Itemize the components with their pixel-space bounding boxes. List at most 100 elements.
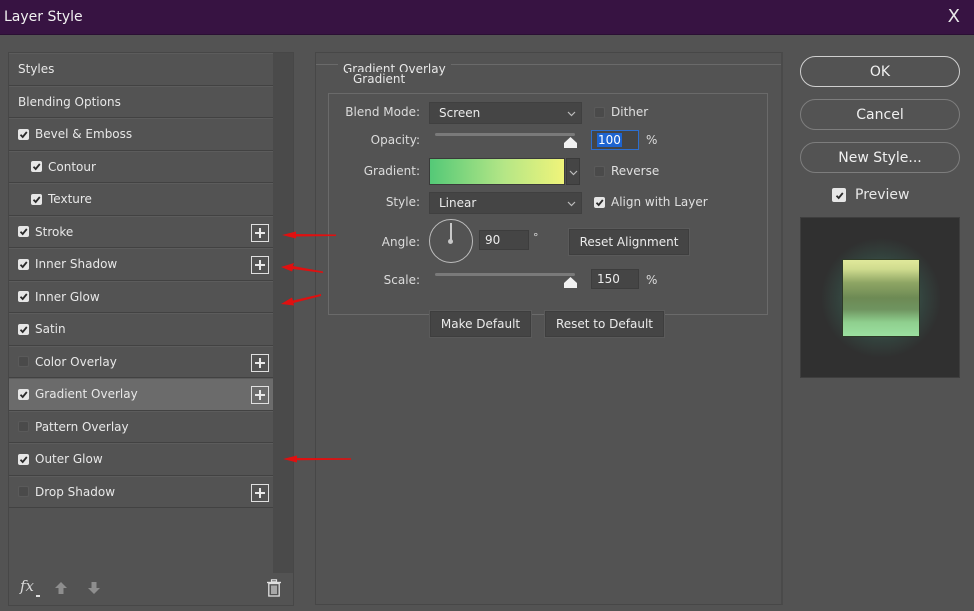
preview-square <box>842 259 920 337</box>
gradient-label: Gradient: <box>363 164 420 178</box>
fx-label: fx <box>20 577 35 595</box>
scale-unit: % <box>646 273 658 287</box>
add-effect-plus-icon[interactable] <box>251 353 269 372</box>
checkbox-checked-icon[interactable] <box>18 388 29 400</box>
checkbox-checked-icon[interactable] <box>18 291 29 303</box>
opacity-unit: % <box>646 133 658 147</box>
chevron-down-icon <box>569 170 578 176</box>
style-list-item[interactable]: Bevel & Emboss <box>9 118 273 151</box>
opacity-input[interactable]: 100 <box>591 130 639 150</box>
angle-dial[interactable] <box>429 219 473 263</box>
style-list-item-label: Contour <box>48 159 96 174</box>
style-list-item[interactable]: Color Overlay <box>9 345 273 378</box>
make-default-button[interactable]: Make Default <box>430 311 531 337</box>
angle-label: Angle: <box>381 235 420 249</box>
align-with-layer-checkbox[interactable]: Align with Layer <box>594 195 708 209</box>
reset-to-default-button[interactable]: Reset to Default <box>545 311 664 337</box>
move-down-icon[interactable] <box>87 581 101 595</box>
group-title: Gradient <box>348 72 411 86</box>
checkbox-checked-icon[interactable] <box>31 161 42 173</box>
style-select[interactable]: Linear <box>429 192 582 214</box>
reverse-label: Reverse <box>611 164 660 178</box>
trash-icon[interactable] <box>266 579 282 597</box>
style-list-item[interactable]: Stroke <box>9 215 273 248</box>
reverse-check-icon <box>594 165 605 177</box>
annotation-arrow-icon <box>281 263 323 273</box>
style-list-item-label: Texture <box>48 192 92 207</box>
checkbox-checked-icon[interactable] <box>31 193 42 205</box>
style-list-item-label: Color Overlay <box>35 354 117 369</box>
cancel-button[interactable]: Cancel <box>800 99 960 130</box>
style-list-item[interactable]: Drop Shadow <box>9 475 273 508</box>
style-list-item[interactable]: Blending Options <box>9 85 273 118</box>
gradient-picker-button[interactable] <box>566 158 580 185</box>
opacity-slider-thumb[interactable] <box>564 137 577 148</box>
checkbox-unchecked-icon[interactable] <box>18 421 29 433</box>
style-list-item[interactable]: Pattern Overlay <box>9 410 273 443</box>
style-list-item[interactable]: Contour <box>9 150 273 183</box>
new-style-button[interactable]: New Style... <box>800 142 960 173</box>
angle-input[interactable]: 90 <box>479 230 529 250</box>
close-icon[interactable]: X <box>948 6 960 28</box>
opacity-slider-track[interactable] <box>435 133 575 136</box>
styles-list-footer: fx <box>9 573 293 605</box>
style-list-item[interactable]: Texture <box>9 183 273 216</box>
checkbox-checked-icon[interactable] <box>18 453 29 465</box>
align-with-layer-label: Align with Layer <box>611 195 708 209</box>
preview-checkbox[interactable]: Preview <box>832 187 910 203</box>
opacity-value: 100 <box>597 133 622 147</box>
checkbox-unchecked-icon[interactable] <box>18 486 29 498</box>
style-list-item-label: Drop Shadow <box>35 484 116 499</box>
style-list-item[interactable]: Outer Glow <box>9 443 273 476</box>
angle-value: 90 <box>485 233 501 247</box>
styles-list: Styles Blending Options Bevel & Emboss Cont… <box>9 53 273 508</box>
blend-mode-value: Screen <box>439 106 481 120</box>
styles-list-scrollbar[interactable] <box>273 53 293 573</box>
style-list-item[interactable]: Inner Shadow <box>9 248 273 281</box>
checkbox-unchecked-icon[interactable] <box>18 356 29 368</box>
ok-button[interactable]: OK <box>800 56 960 87</box>
style-label: Style: <box>385 195 420 209</box>
style-list-item-label: Styles <box>18 62 55 77</box>
add-effect-plus-icon[interactable] <box>251 256 269 274</box>
add-effect-plus-icon[interactable] <box>251 223 269 242</box>
scale-input[interactable]: 150 <box>591 269 639 289</box>
add-effect-plus-icon[interactable] <box>251 386 269 404</box>
move-up-icon[interactable] <box>54 581 68 595</box>
angle-unit: ° <box>533 231 539 244</box>
scale-slider-track[interactable] <box>435 273 575 276</box>
styles-list-panel: Styles Blending Options Bevel & Emboss Cont… <box>8 52 294 606</box>
style-value: Linear <box>439 196 477 210</box>
checkbox-checked-icon[interactable] <box>18 226 29 238</box>
style-list-item[interactable]: Styles <box>9 53 273 86</box>
style-list-item[interactable]: Satin <box>9 313 273 346</box>
annotation-arrow-icon <box>283 455 351 463</box>
dither-checkbox[interactable]: Dither <box>594 105 648 119</box>
style-list-item-label: Gradient Overlay <box>35 387 138 402</box>
style-list-item[interactable]: Gradient Overlay <box>9 378 273 411</box>
reset-alignment-button[interactable]: Reset Alignment <box>569 229 689 255</box>
align-check-icon <box>594 196 605 208</box>
style-list-item[interactable]: Inner Glow <box>9 280 273 313</box>
checkbox-checked-icon[interactable] <box>18 128 29 140</box>
annotation-arrow-icon <box>282 231 336 239</box>
gradient-swatch[interactable] <box>429 158 565 185</box>
style-list-item-label: Inner Shadow <box>35 257 118 272</box>
fx-icon[interactable]: fx <box>20 577 40 597</box>
add-effect-plus-icon[interactable] <box>251 483 269 502</box>
preview-label: Preview <box>855 187 910 203</box>
reverse-checkbox[interactable]: Reverse <box>594 164 659 178</box>
checkbox-checked-icon[interactable] <box>18 323 29 335</box>
checkbox-checked-icon[interactable] <box>18 258 29 270</box>
style-list-item-label: Outer Glow <box>35 452 103 467</box>
blend-mode-select[interactable]: Screen <box>429 102 582 124</box>
style-list-item-label: Pattern Overlay <box>35 419 129 434</box>
scale-slider-thumb[interactable] <box>564 277 577 288</box>
style-list-item-label: Blending Options <box>18 94 121 109</box>
scale-value: 150 <box>597 272 620 286</box>
style-preview-thumbnail <box>800 217 960 378</box>
style-list-item-label: Satin <box>35 322 66 337</box>
style-list-item-label: Inner Glow <box>35 289 100 304</box>
scale-label: Scale: <box>383 273 420 287</box>
dither-label: Dither <box>611 105 649 119</box>
